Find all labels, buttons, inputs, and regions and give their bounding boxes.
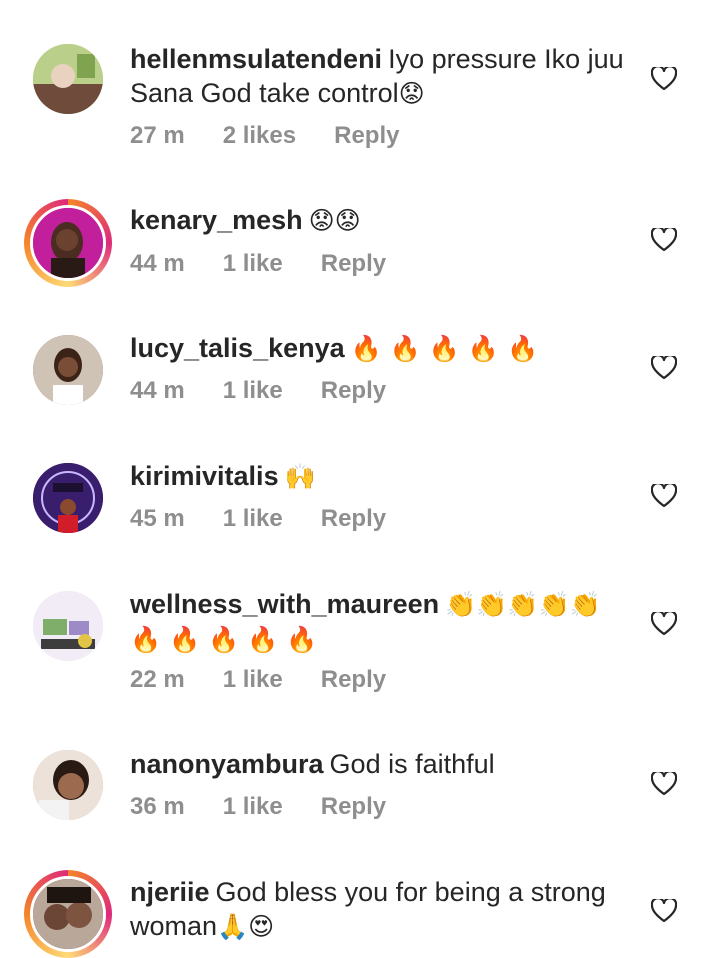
reply-button[interactable]: Reply <box>321 377 386 404</box>
comment-username[interactable]: nanonyambura <box>130 749 324 779</box>
comment-username[interactable]: kenary_mesh <box>130 205 303 235</box>
comment-likes[interactable]: 1 like <box>223 505 283 532</box>
heart-icon[interactable] <box>651 484 677 508</box>
comment-time: 44 m <box>130 377 185 404</box>
emoji-fire: 🔥 🔥 🔥 🔥 🔥 <box>350 334 539 363</box>
comment-meta: 22 m 1 like Reply <box>130 666 424 694</box>
comment-text: kenary_mesh 😟😟 <box>130 203 635 238</box>
avatar[interactable] <box>24 199 112 287</box>
reply-button[interactable]: Reply <box>321 250 386 277</box>
heart-icon[interactable] <box>651 612 677 636</box>
comment-text: kirimivitalis 🙌 <box>130 459 635 494</box>
comment-text: wellness_with_maureen 👏👏👏👏👏 🔥 🔥 🔥 🔥 🔥 <box>130 587 635 657</box>
avatar[interactable] <box>24 454 112 542</box>
avatar[interactable] <box>24 870 112 958</box>
avatar[interactable] <box>24 582 112 670</box>
comment-time: 44 m <box>130 250 185 277</box>
heart-icon[interactable] <box>651 228 677 252</box>
comment-time: 22 m <box>130 666 185 693</box>
heart-icon[interactable] <box>651 356 677 380</box>
reply-button[interactable]: Reply <box>321 793 386 820</box>
comment-likes[interactable]: 1 like <box>223 793 283 820</box>
comment-likes[interactable]: 1 like <box>223 377 283 404</box>
avatar[interactable] <box>24 326 112 414</box>
comment-text: lucy_talis_kenya 🔥 🔥 🔥 🔥 🔥 <box>130 331 635 366</box>
reply-button[interactable]: Reply <box>321 666 386 693</box>
emoji-worried: 😟 <box>398 79 425 108</box>
comment-text: nanonyambura God is faithful <box>130 747 635 781</box>
comment-likes[interactable]: 2 likes <box>223 122 296 149</box>
comment-likes[interactable]: 1 like <box>223 666 283 693</box>
heart-icon[interactable] <box>651 67 677 91</box>
avatar[interactable] <box>24 741 112 829</box>
comment-body: God is faithful <box>329 749 495 779</box>
comment-username[interactable]: wellness_with_maureen <box>130 589 439 619</box>
comment-likes[interactable]: 1 like <box>223 250 283 277</box>
emoji-raised-hands: 🙌 <box>284 462 316 491</box>
reply-button[interactable]: Reply <box>334 122 399 149</box>
emoji-pray-heart-eyes: 🙏😍 <box>217 912 275 941</box>
heart-icon[interactable] <box>651 772 677 796</box>
comment-meta: 44 m 1 like Reply <box>130 250 424 278</box>
comment-meta: 27 m 2 likes Reply <box>130 122 437 150</box>
reply-button[interactable]: Reply <box>321 505 386 532</box>
comment-text: hellenmsulatendeni Iyo pressure Iko juu S… <box>130 42 635 111</box>
comment-username[interactable]: lucy_talis_kenya <box>130 333 345 363</box>
comment-text: njeriie God bless you for being a strong … <box>130 875 635 944</box>
comment-username[interactable]: hellenmsulatendeni <box>130 44 382 74</box>
emoji-worried: 😟😟 <box>308 206 361 235</box>
comment-username[interactable]: kirimivitalis <box>130 461 279 491</box>
comment-time: 45 m <box>130 505 185 532</box>
comment-meta: 45 m 1 like Reply <box>130 505 424 533</box>
comment-username[interactable]: njeriie <box>130 877 210 907</box>
comment-time: 36 m <box>130 793 185 820</box>
avatar[interactable] <box>24 35 112 123</box>
comment-meta: 36 m 1 like Reply <box>130 793 424 821</box>
comment-meta: 44 m 1 like Reply <box>130 377 424 405</box>
comment-time: 27 m <box>130 122 185 149</box>
heart-icon[interactable] <box>651 899 677 923</box>
